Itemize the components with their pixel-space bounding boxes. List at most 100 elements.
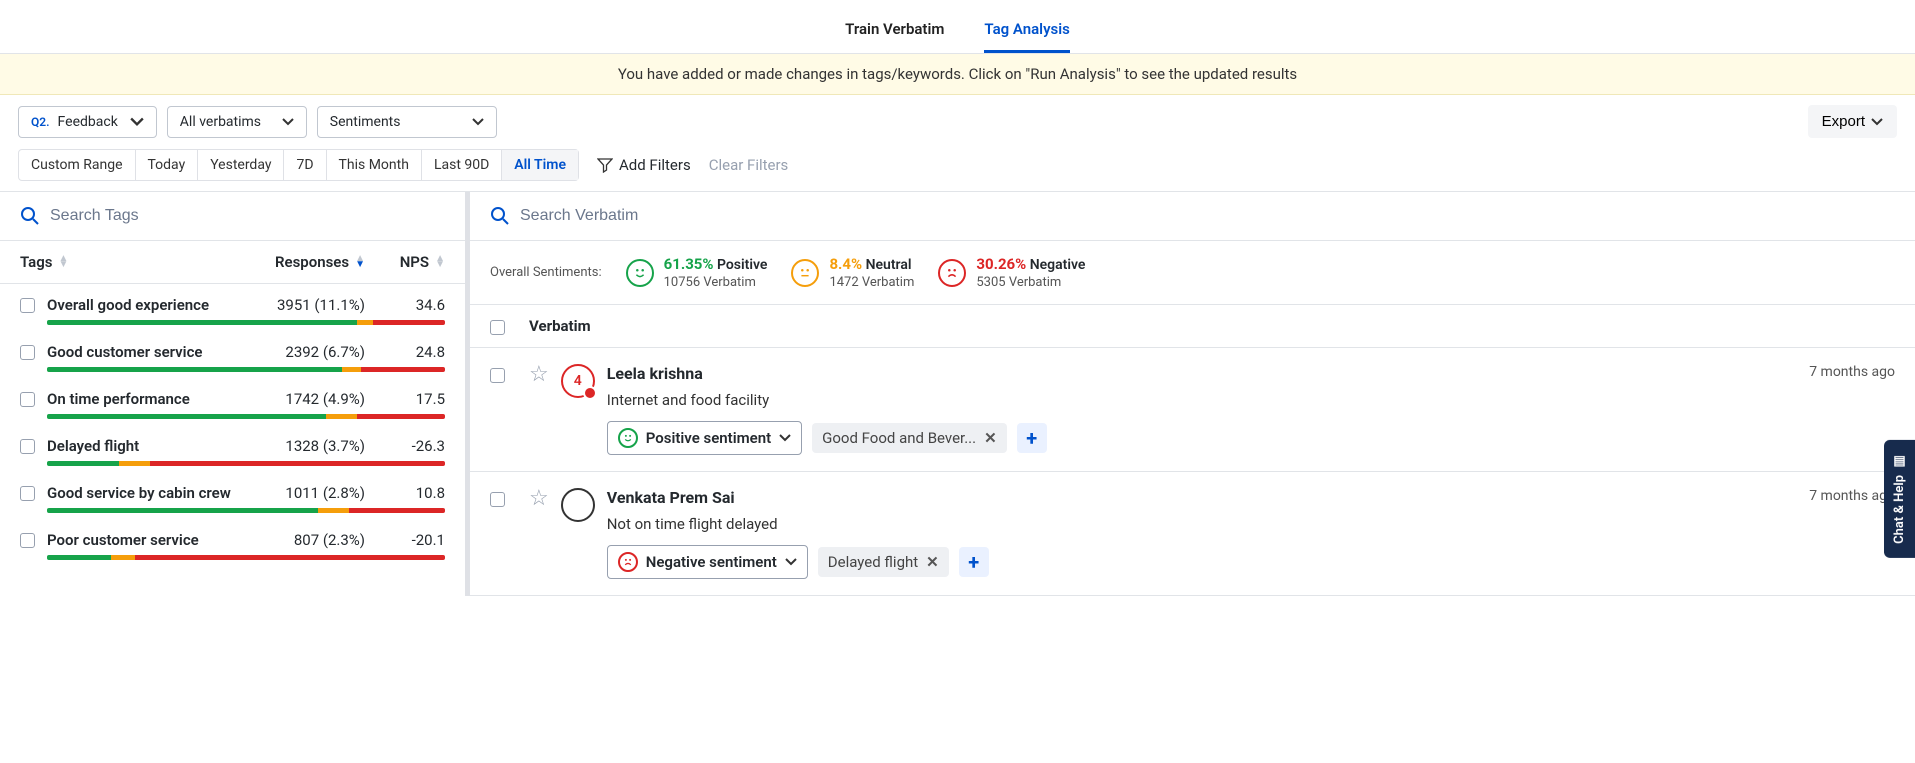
question-dropdown[interactable]: Q2. Feedback [18,106,157,138]
sentiment-bar [47,320,445,325]
chevron-down-icon [1871,118,1883,126]
date-filter-yesterday[interactable]: Yesterday [198,150,284,180]
tag-nps: -20.1 [365,531,445,549]
tag-responses: 1742 (4.9%) [235,390,365,408]
date-filter-today[interactable]: Today [136,150,199,180]
verbatim-checkbox[interactable] [490,368,505,383]
chevron-down-icon [282,118,294,126]
tag-row: Good customer service 2392 (6.7%) 24.8 [0,331,465,378]
tab-tag-analysis[interactable]: Tag Analysis [984,12,1069,53]
date-filter-all-time[interactable]: All Time [502,150,578,180]
tag-nps: 17.5 [365,390,445,408]
date-filter-last-90d[interactable]: Last 90D [422,150,502,180]
tag-row: Delayed flight 1328 (3.7%) -26.3 [0,425,465,472]
sort-icon: ▲▼ [59,256,69,268]
tag-name[interactable]: Overall good experience [47,296,235,314]
tag-name[interactable]: On time performance [47,390,235,408]
date-filter-custom-range[interactable]: Custom Range [19,150,136,180]
chevron-down-icon [472,118,484,126]
remove-tag-icon[interactable]: ✕ [984,429,997,447]
respondent-name: Leela krishna [607,364,703,383]
tag-responses: 1328 (3.7%) [235,437,365,455]
positive-face-icon [618,428,638,448]
verbatim-list-header: Verbatim [470,305,1915,348]
tag-checkbox[interactable] [20,533,35,548]
verbatim-filter-dropdown[interactable]: All verbatims [167,106,307,138]
add-tag-button[interactable]: + [959,547,989,577]
negative-face-icon [618,552,638,572]
search-tags-input[interactable] [50,207,445,225]
filter-row: Custom RangeTodayYesterday7DThis MonthLa… [0,149,1915,192]
view-dropdown[interactable]: Sentiments [317,106,497,138]
tags-table-header: Tags▲▼ Responses▲▼ NPS▲▼ [0,241,465,284]
sentiment-dropdown[interactable]: Negative sentiment [607,545,808,579]
remove-tag-icon[interactable]: ✕ [926,553,939,571]
notice-banner: You have added or made changes in tags/k… [0,54,1915,95]
sentiment-neutral: 8.4% Neutral 1472 Verbatim [791,255,914,290]
add-filters-button[interactable]: Add Filters [597,156,691,174]
chevron-down-icon [779,434,791,442]
tag-nps: 10.8 [365,484,445,502]
date-filter-this-month[interactable]: This Month [327,150,422,180]
tag-checkbox[interactable] [20,439,35,454]
column-header-tags[interactable]: Tags▲▼ [20,253,235,271]
search-tags-row [0,192,465,241]
date-filter-7d[interactable]: 7D [284,150,326,180]
tag-checkbox[interactable] [20,298,35,313]
sentiment-bar [47,367,445,372]
avatar [561,488,595,522]
sentiment-positive: 61.35% Positive 10756 Verbatim [626,255,768,290]
tag-name[interactable]: Delayed flight [47,437,235,455]
verbatim-item: ☆ 4 Leela krishna 7 months ago Internet … [470,348,1915,472]
tag-checkbox[interactable] [20,392,35,407]
search-verbatim-input[interactable] [520,207,1895,225]
verbatim-checkbox[interactable] [490,492,505,507]
sentiment-bar [47,461,445,466]
question-label: Feedback [58,114,118,130]
clear-filters-button[interactable]: Clear Filters [709,156,789,174]
verbatim-text: Not on time flight delayed [607,515,1895,533]
tag-nps: 24.8 [365,343,445,361]
tag-checkbox[interactable] [20,486,35,501]
smile-icon [626,259,654,287]
top-tabs: Train Verbatim Tag Analysis [0,0,1915,54]
tag-name[interactable]: Poor customer service [47,531,235,549]
sort-icon: ▲▼ [355,256,365,268]
tag-name[interactable]: Good service by cabin crew [47,484,235,502]
neutral-icon [791,259,819,287]
star-icon[interactable]: ☆ [529,488,549,579]
chevron-down-icon [130,117,144,127]
sentiment-bar [47,508,445,513]
tag-row: Overall good experience 3951 (11.1%) 34.… [0,284,465,331]
tag-responses: 2392 (6.7%) [235,343,365,361]
toolbar: Q2. Feedback All verbatims Sentiments Ex… [0,95,1915,149]
column-header-responses[interactable]: Responses▲▼ [235,253,365,271]
chat-help-tab[interactable]: Chat & Help ▤ [1884,440,1915,558]
select-all-checkbox[interactable] [490,320,505,335]
add-tag-button[interactable]: + [1017,423,1047,453]
star-icon[interactable]: ☆ [529,364,549,455]
tag-row: Good service by cabin crew 1011 (2.8%) 1… [0,472,465,519]
avatar-badge [583,386,597,400]
tag-nps: -26.3 [365,437,445,455]
export-button[interactable]: Export [1808,105,1897,138]
sort-icon: ▲▼ [435,256,445,268]
question-prefix: Q2. [31,115,50,129]
respondent-name: Venkata Prem Sai [607,488,735,507]
sentiment-dropdown[interactable]: Positive sentiment [607,421,802,455]
tag-name[interactable]: Good customer service [47,343,235,361]
verbatim-text: Internet and food facility [607,391,1895,409]
overall-sentiments: Overall Sentiments: 61.35% Positive 1075… [470,241,1915,305]
overall-sentiments-label: Overall Sentiments: [490,265,602,280]
verbatim-time: 7 months ago [1809,364,1895,383]
tag-checkbox[interactable] [20,345,35,360]
verbatim-time: 7 months ago [1809,488,1895,507]
tab-train-verbatim[interactable]: Train Verbatim [845,12,944,53]
tags-list: Overall good experience 3951 (11.1%) 34.… [0,284,465,566]
verbatim-panel: Overall Sentiments: 61.35% Positive 1075… [470,192,1915,596]
tag-responses: 807 (2.3%) [235,531,365,549]
search-verbatim-row [470,192,1915,241]
column-header-nps[interactable]: NPS▲▼ [365,253,445,271]
date-range-group: Custom RangeTodayYesterday7DThis MonthLa… [18,149,579,181]
main-split: Tags▲▼ Responses▲▼ NPS▲▼ Overall good ex… [0,192,1915,596]
